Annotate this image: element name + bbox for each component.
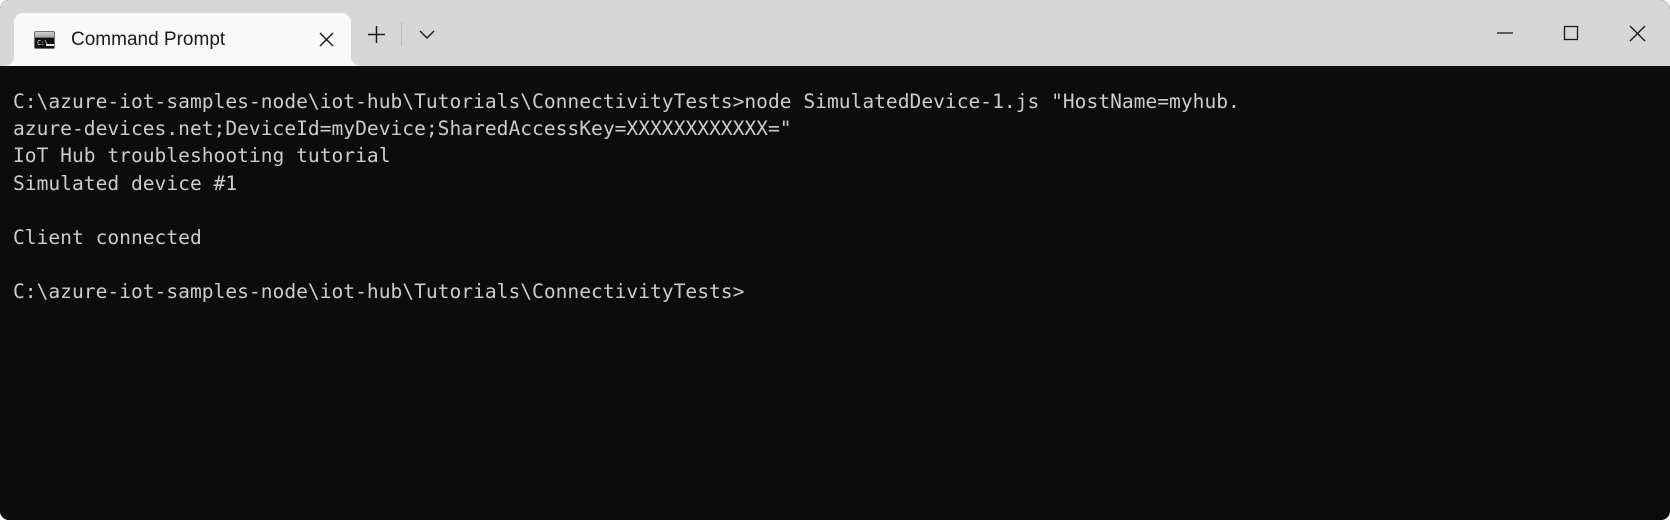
close-icon <box>319 32 333 47</box>
chevron-down-icon <box>419 30 435 39</box>
maximize-icon <box>1563 25 1579 41</box>
tab-actions <box>355 14 448 54</box>
minimize-button[interactable] <box>1472 0 1538 66</box>
title-bar[interactable]: C:\ Command Prompt <box>0 0 1670 66</box>
tab-close-button[interactable] <box>309 23 343 57</box>
terminal-line: Simulated device #1 <box>13 171 238 195</box>
window-controls <box>1472 0 1670 66</box>
terminal-body[interactable]: C:\azure-iot-samples-node\iot-hub\Tutori… <box>0 66 1670 520</box>
close-window-button[interactable] <box>1604 0 1670 66</box>
minimize-icon <box>1497 32 1513 34</box>
terminal-line: azure-devices.net;DeviceId=myDevice;Shar… <box>13 117 792 141</box>
tab-strip: C:\ Command Prompt <box>0 0 351 66</box>
tab-title: Command Prompt <box>71 28 226 50</box>
terminal-line: Client connected <box>13 225 202 249</box>
toolbar-separator <box>401 22 402 46</box>
icon-caret <box>46 43 54 46</box>
new-tab-button[interactable] <box>355 15 397 53</box>
tab-dropdown-button[interactable] <box>406 15 448 53</box>
terminal-line: IoT Hub troubleshooting tutorial <box>13 144 391 168</box>
command-prompt-window: C:\ Command Prompt C:\azure-iot-samples-… <box>0 0 1670 520</box>
icon-titlebar <box>35 31 54 38</box>
terminal-line: C:\azure-iot-samples-node\iot-hub\Tutori… <box>13 280 745 304</box>
close-icon <box>1629 25 1645 41</box>
command-prompt-icon: C:\ <box>34 30 55 49</box>
tab-command-prompt[interactable]: C:\ Command Prompt <box>14 13 351 66</box>
maximize-button[interactable] <box>1538 0 1604 66</box>
plus-icon <box>367 25 385 43</box>
terminal-output: C:\azure-iot-samples-node\iot-hub\Tutori… <box>13 88 1670 520</box>
terminal-line: C:\azure-iot-samples-node\iot-hub\Tutori… <box>13 90 1240 113</box>
